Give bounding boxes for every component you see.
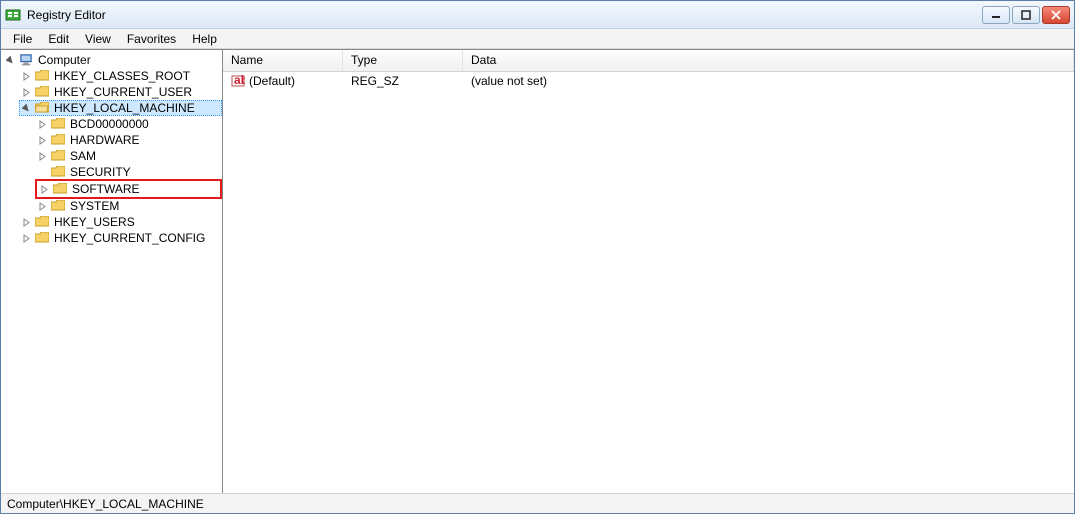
folder-icon: [52, 181, 68, 197]
list-body[interactable]: ab (Default) REG_SZ (value not set): [223, 72, 1074, 493]
expander-closed-icon[interactable]: [21, 217, 32, 228]
minimize-button[interactable]: [982, 6, 1010, 24]
string-value-icon: ab: [231, 74, 245, 88]
tree-label: SECURITY: [70, 165, 131, 179]
tree-pane[interactable]: Computer HKEY_CLASSES_ROOT HKEY_CURRENT_…: [1, 50, 223, 493]
expander-open-icon[interactable]: [21, 103, 32, 114]
folder-icon: [50, 148, 66, 164]
value-type: REG_SZ: [351, 74, 399, 88]
folder-open-icon: [34, 100, 50, 116]
window-buttons: [982, 6, 1070, 24]
tree-label: SYSTEM: [70, 199, 119, 213]
status-path: Computer\HKEY_LOCAL_MACHINE: [7, 497, 204, 511]
tree-node-security[interactable]: SECURITY: [35, 164, 222, 180]
menu-view[interactable]: View: [77, 30, 119, 48]
tree-label: HKEY_CURRENT_USER: [54, 85, 192, 99]
menu-favorites[interactable]: Favorites: [119, 30, 184, 48]
tree-node-bcd[interactable]: BCD00000000: [35, 116, 222, 132]
menu-file[interactable]: File: [5, 30, 40, 48]
tree-label: HARDWARE: [70, 133, 140, 147]
tree-node-hkcr[interactable]: HKEY_CLASSES_ROOT: [19, 68, 222, 84]
close-button[interactable]: [1042, 6, 1070, 24]
folder-icon: [50, 132, 66, 148]
tree-label: SOFTWARE: [72, 182, 140, 196]
tree-node-hardware[interactable]: HARDWARE: [35, 132, 222, 148]
highlighted-software: SOFTWARE: [35, 179, 222, 199]
tree-node-sam[interactable]: SAM: [35, 148, 222, 164]
menu-help[interactable]: Help: [184, 30, 225, 48]
maximize-button[interactable]: [1012, 6, 1040, 24]
column-header-name[interactable]: Name: [223, 50, 343, 71]
list-pane: Name Type Data ab (Default) REG_SZ (valu…: [223, 50, 1074, 493]
titlebar: Registry Editor: [1, 1, 1074, 29]
tree-label: Computer: [38, 53, 91, 67]
window-title: Registry Editor: [27, 8, 982, 22]
tree-label: BCD00000000: [70, 117, 149, 131]
expander-closed-icon[interactable]: [21, 233, 32, 244]
folder-icon: [50, 116, 66, 132]
tree-node-hkcu[interactable]: HKEY_CURRENT_USER: [19, 84, 222, 100]
folder-icon: [34, 68, 50, 84]
expander-closed-icon[interactable]: [21, 71, 32, 82]
expander-closed-icon[interactable]: [37, 119, 48, 130]
list-row[interactable]: ab (Default) REG_SZ (value not set): [223, 72, 1074, 90]
expander-open-icon[interactable]: [5, 55, 16, 66]
expander-closed-icon[interactable]: [37, 201, 48, 212]
tree-node-software[interactable]: SOFTWARE: [37, 181, 220, 197]
column-header-data[interactable]: Data: [463, 50, 1074, 71]
expander-closed-icon[interactable]: [37, 151, 48, 162]
value-name: (Default): [249, 74, 295, 88]
tree-label: HKEY_USERS: [54, 215, 135, 229]
menubar: File Edit View Favorites Help: [1, 29, 1074, 49]
expander-closed-icon[interactable]: [21, 87, 32, 98]
computer-icon: [18, 52, 34, 68]
expander-closed-icon[interactable]: [39, 184, 50, 195]
main-body: Computer HKEY_CLASSES_ROOT HKEY_CURRENT_…: [1, 49, 1074, 493]
svg-text:ab: ab: [234, 74, 245, 87]
menu-edit[interactable]: Edit: [40, 30, 77, 48]
statusbar: Computer\HKEY_LOCAL_MACHINE: [1, 493, 1074, 513]
tree-node-system[interactable]: SYSTEM: [35, 198, 222, 214]
tree-label: SAM: [70, 149, 96, 163]
app-icon: [5, 7, 21, 23]
folder-icon: [50, 198, 66, 214]
tree-label: HKEY_CLASSES_ROOT: [54, 69, 190, 83]
folder-icon: [34, 214, 50, 230]
expander-closed-icon[interactable]: [37, 135, 48, 146]
column-header-type[interactable]: Type: [343, 50, 463, 71]
list-header: Name Type Data: [223, 50, 1074, 72]
tree-node-hklm[interactable]: HKEY_LOCAL_MACHINE: [19, 100, 222, 116]
value-data: (value not set): [471, 74, 547, 88]
tree-node-hku[interactable]: HKEY_USERS: [19, 214, 222, 230]
tree-label: HKEY_LOCAL_MACHINE: [54, 101, 195, 115]
folder-icon: [34, 230, 50, 246]
folder-icon: [34, 84, 50, 100]
tree-node-hkcc[interactable]: HKEY_CURRENT_CONFIG: [19, 230, 222, 246]
tree-label: HKEY_CURRENT_CONFIG: [54, 231, 205, 245]
tree-node-computer[interactable]: Computer: [3, 52, 222, 68]
folder-icon: [50, 164, 66, 180]
